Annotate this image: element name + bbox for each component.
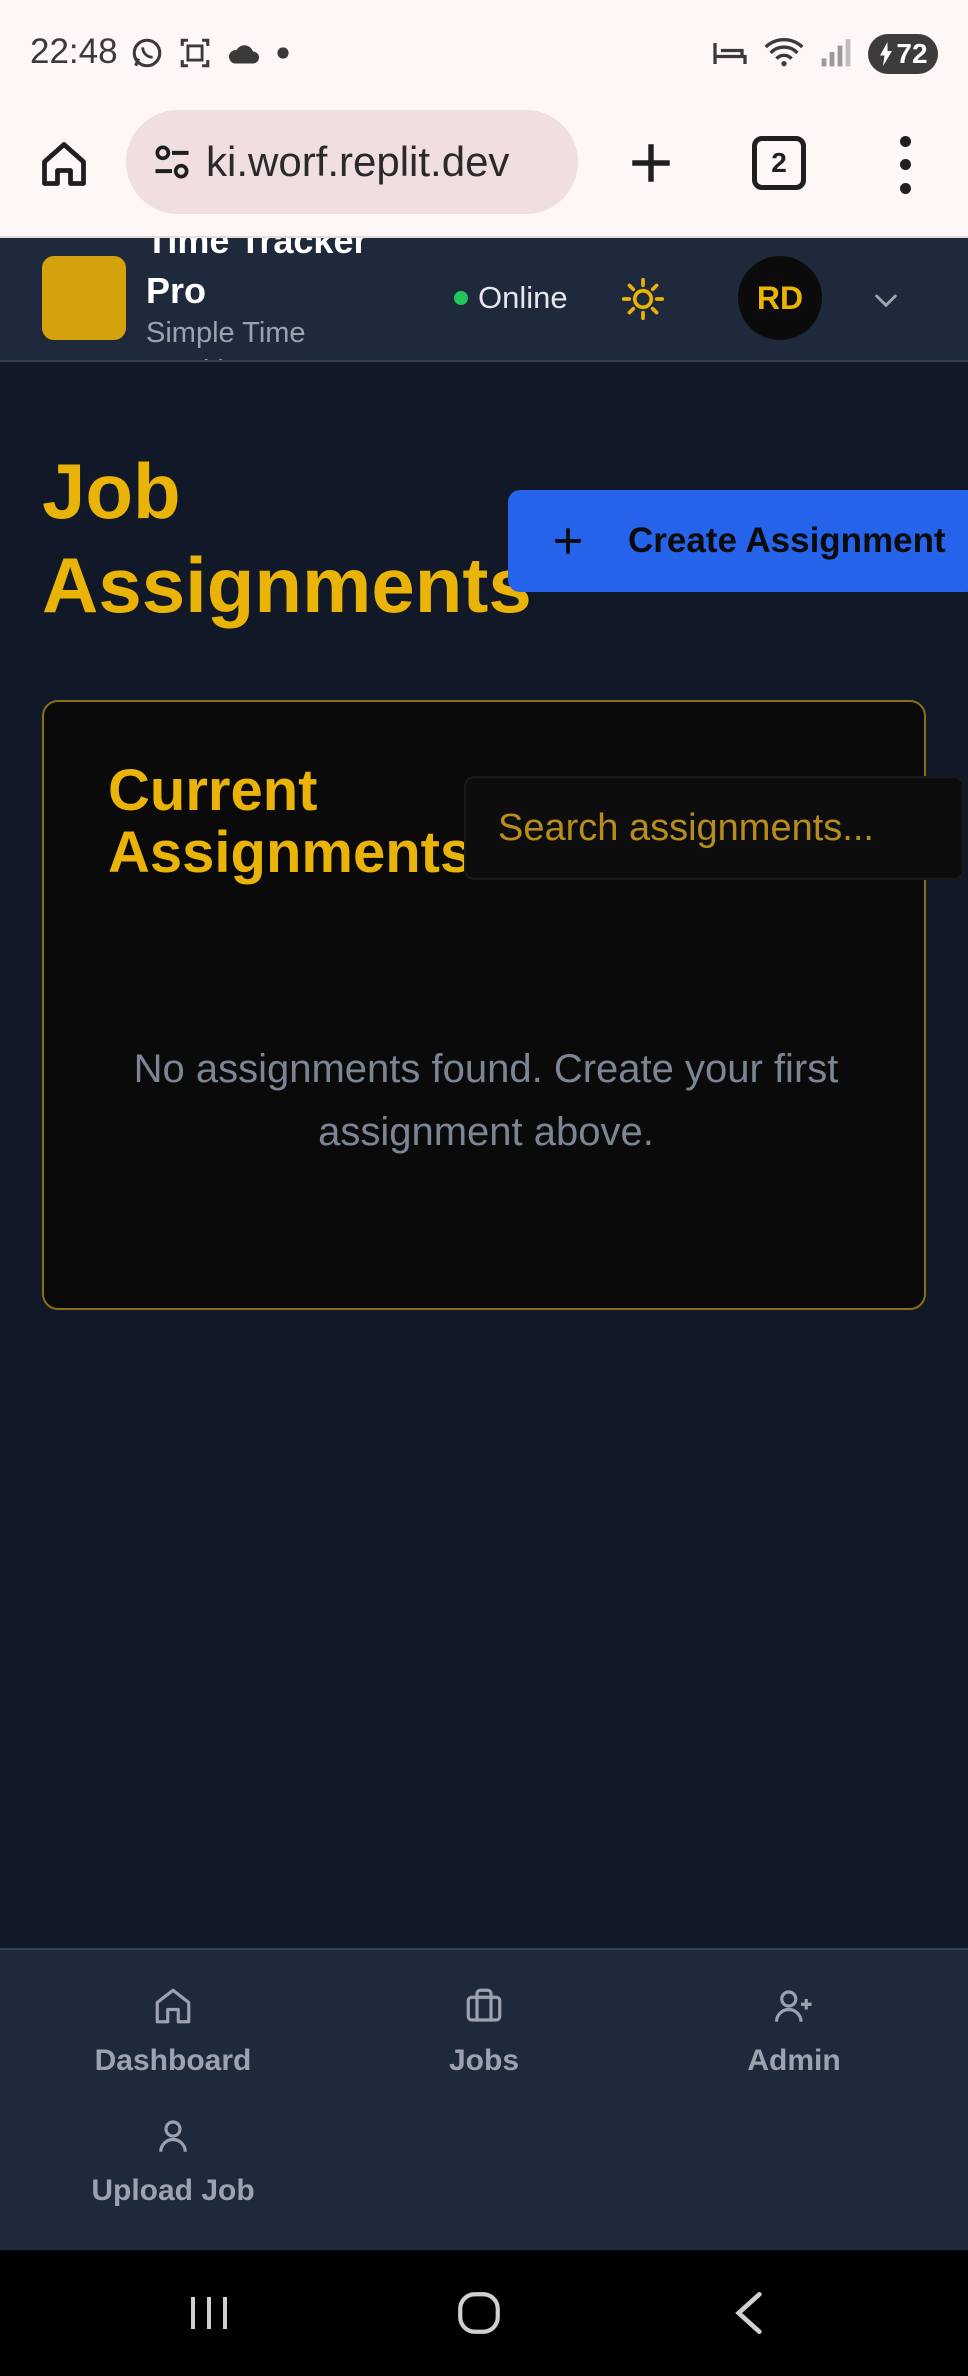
recents-icon xyxy=(191,2297,227,2329)
new-tab-button[interactable] xyxy=(616,128,686,198)
battery-level: 72 xyxy=(896,38,928,69)
app-logo[interactable] xyxy=(42,256,126,340)
app-name: Time Tracker Pro xyxy=(146,238,368,311)
nav-label: Admin xyxy=(747,2044,841,2077)
status-left-icons xyxy=(130,36,290,75)
home-icon xyxy=(42,142,86,186)
chevron-down-icon xyxy=(875,294,897,308)
url-text[interactable]: ki.worf.replit.dev xyxy=(206,138,556,186)
wifi-icon xyxy=(764,35,804,74)
android-nav-bar xyxy=(0,2250,968,2376)
plus-icon xyxy=(632,144,670,182)
briefcase-icon xyxy=(462,1984,506,2028)
assignments-card: Current Assignments No assignments found… xyxy=(42,700,964,1310)
site-settings-icon[interactable] xyxy=(148,138,196,186)
bottom-nav: Dashboard Jobs Admin Upload Job xyxy=(0,1948,968,2250)
back-button[interactable] xyxy=(714,2280,784,2346)
dot-icon xyxy=(276,46,290,65)
user-menu-button[interactable] xyxy=(866,280,906,320)
user-plus-icon xyxy=(772,1984,816,2028)
create-assignment-label: Create Assignment xyxy=(628,521,946,560)
address-bar[interactable]: ki.worf.replit.dev xyxy=(126,110,578,214)
home-button[interactable] xyxy=(34,134,94,194)
search-input[interactable] xyxy=(464,776,964,880)
home-circle-icon xyxy=(458,2292,500,2334)
sun-icon xyxy=(621,277,665,321)
sleep-icon xyxy=(712,37,748,72)
nav-item-admin[interactable]: Admin xyxy=(674,1984,914,2078)
user-icon xyxy=(151,2114,195,2158)
nav-label: Dashboard xyxy=(94,2044,252,2077)
theme-toggle-button[interactable] xyxy=(618,274,668,324)
status-bar: 22:48 72 xyxy=(0,0,968,100)
avatar[interactable]: RD xyxy=(738,256,822,340)
app-header: Time Tracker Pro Simple Time Tracking On… xyxy=(0,238,968,362)
back-icon xyxy=(735,2291,762,2335)
battery-icon: 72 xyxy=(868,34,938,74)
menu-dot xyxy=(899,136,911,148)
browser-toolbar: ki.worf.replit.dev 2 xyxy=(0,100,968,238)
recents-button[interactable] xyxy=(174,2280,244,2346)
card-title: Current Assignments xyxy=(108,758,473,885)
status-time: 22:48 xyxy=(30,32,118,71)
nav-item-upload-job[interactable]: Upload Job xyxy=(53,2114,293,2208)
nav-item-jobs[interactable]: Jobs xyxy=(364,1984,604,2078)
online-dot-icon xyxy=(454,291,468,305)
browser-menu-button[interactable] xyxy=(880,130,930,200)
connection-status-label: Online xyxy=(478,280,568,315)
screenshot-icon xyxy=(178,36,212,75)
page-title: Job Assignments xyxy=(42,447,532,629)
signal-icon xyxy=(820,36,852,73)
nav-label: Jobs xyxy=(448,2044,520,2077)
cloud-icon xyxy=(226,38,262,73)
whatsapp-icon xyxy=(130,36,164,75)
nav-label: Upload Job xyxy=(91,2174,255,2207)
android-home-button[interactable] xyxy=(444,2280,514,2346)
connection-status: Online xyxy=(454,280,568,316)
home-icon xyxy=(151,1984,195,2028)
empty-state-message: No assignments found. Create your first … xyxy=(133,1047,839,1154)
menu-dot xyxy=(899,182,911,194)
plus-icon xyxy=(548,521,588,561)
nav-item-dashboard[interactable]: Dashboard xyxy=(53,1984,293,2078)
app-subtitle: Simple Time Tracking xyxy=(146,317,306,360)
tab-switcher-button[interactable]: 2 xyxy=(752,136,806,190)
menu-dot xyxy=(899,159,911,171)
status-right-icons: 72 xyxy=(712,34,938,74)
create-assignment-button[interactable]: Create Assignment xyxy=(508,490,968,592)
